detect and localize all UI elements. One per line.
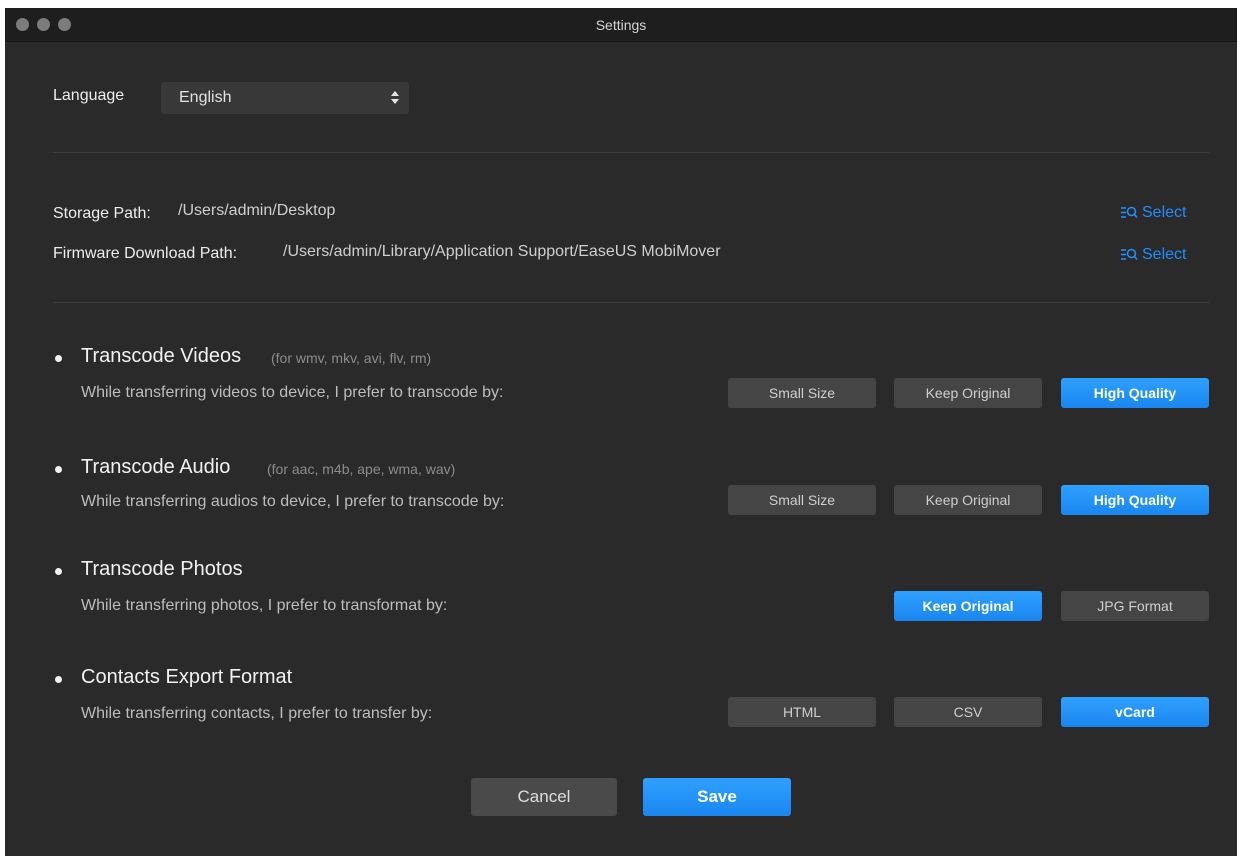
language-select[interactable]: English [161, 82, 409, 114]
contacts-option-html[interactable]: HTML [728, 697, 876, 727]
firmware-path-label: Firmware Download Path: [53, 245, 238, 262]
bullet-dot [55, 568, 62, 575]
contacts-option-csv[interactable]: CSV [894, 697, 1042, 727]
contacts-option-vcard[interactable]: vCard [1061, 697, 1209, 727]
title-bar: Settings [5, 8, 1237, 42]
storage-select-label: Select [1142, 204, 1187, 221]
photos-option-jpg-format[interactable]: JPG Format [1061, 591, 1209, 621]
audio-section-note: (for aac, m4b, ape, wma, wav) [267, 461, 456, 477]
divider [53, 302, 1209, 303]
bullet-dot [55, 355, 62, 362]
audio-option-high-quality[interactable]: High Quality [1061, 485, 1209, 515]
audio-option-keep-original[interactable]: Keep Original [894, 485, 1042, 515]
folder-search-icon [1121, 248, 1138, 261]
contacts-section-title: Contacts Export Format [81, 666, 293, 688]
window-title: Settings [595, 17, 647, 33]
cancel-button[interactable]: Cancel [471, 778, 617, 816]
audio-section-title: Transcode Audio [81, 456, 231, 478]
storage-path-label: Storage Path: [53, 205, 151, 222]
firmware-path-value: /Users/admin/Library/Application Support… [283, 243, 721, 260]
settings-window: Settings Language English Storage Path: … [5, 8, 1237, 856]
save-button[interactable]: Save [643, 778, 791, 816]
videos-section-desc: While transferring videos to device, I p… [81, 384, 504, 401]
videos-option-high-quality[interactable]: High Quality [1061, 378, 1209, 408]
storage-select-button[interactable]: Select [1120, 204, 1186, 222]
bullet-dot [55, 466, 62, 473]
photos-section-title: Transcode Photos [81, 558, 243, 580]
videos-section-note: (for wmv, mkv, avi, flv, rm) [271, 350, 432, 366]
videos-section-title: Transcode Videos [81, 345, 242, 367]
storage-path-value: /Users/admin/Desktop [178, 202, 336, 219]
videos-option-keep-original[interactable]: Keep Original [894, 378, 1042, 408]
audio-option-small-size[interactable]: Small Size [728, 485, 876, 515]
photos-section-desc: While transferring photos, I prefer to t… [81, 597, 448, 614]
videos-option-small-size[interactable]: Small Size [728, 378, 876, 408]
language-label: Language [53, 87, 125, 104]
divider [53, 152, 1209, 153]
audio-section-desc: While transferring audios to device, I p… [81, 493, 505, 510]
bullet-dot [55, 676, 62, 683]
firmware-select-label: Select [1142, 246, 1187, 263]
language-selected-value: English [179, 89, 232, 106]
contacts-section-desc: While transferring contacts, I prefer to… [81, 705, 433, 722]
select-stepper-icon [391, 90, 399, 106]
firmware-select-button[interactable]: Select [1120, 246, 1186, 264]
folder-search-icon [1121, 206, 1138, 219]
photos-option-keep-original[interactable]: Keep Original [894, 591, 1042, 621]
